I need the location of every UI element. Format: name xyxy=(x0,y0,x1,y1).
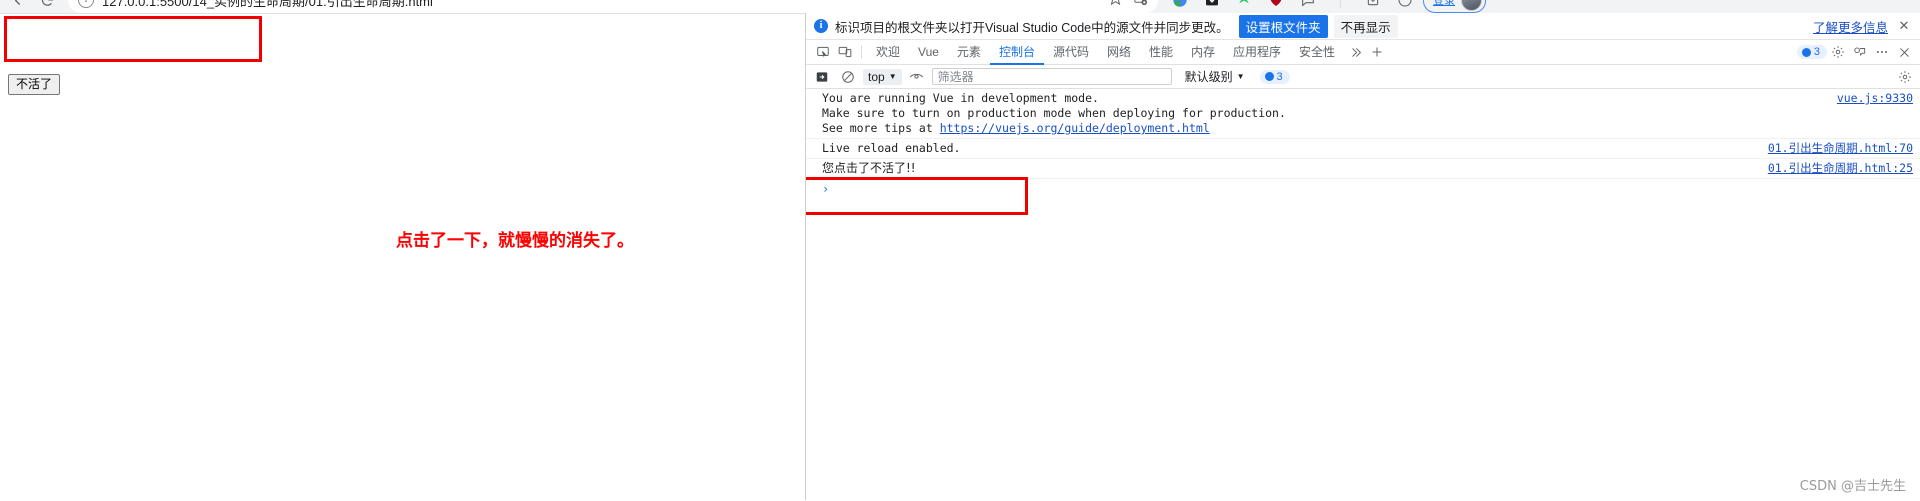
tab-elements[interactable]: 元素 xyxy=(948,40,990,65)
error-count-label: 3 xyxy=(1813,46,1820,58)
no-entry-icon[interactable] xyxy=(837,67,859,87)
log-source-link[interactable]: vue.js:9330 xyxy=(1837,91,1913,106)
notification-message: 标识项目的根文件夹以打开Visual Studio Code中的源文件并同步更改… xyxy=(835,20,1229,35)
tab-performance[interactable]: 性能 xyxy=(1140,40,1182,65)
dont-show-again-button[interactable]: 不再显示 xyxy=(1333,14,1398,38)
tab-vue[interactable]: Vue xyxy=(909,40,948,65)
annotation-box-console xyxy=(806,177,1028,215)
inspect-element-icon[interactable] xyxy=(812,42,834,62)
log-level-selector[interactable]: 默认级别 ▼ xyxy=(1180,67,1250,86)
log-level-value: 默认级别 xyxy=(1184,70,1233,84)
annotation-box-page xyxy=(4,16,262,62)
chevron-down-icon: ▼ xyxy=(888,72,897,81)
tab-application[interactable]: 应用程序 xyxy=(1224,40,1290,65)
issues-count-label: 3 xyxy=(1276,70,1283,83)
tab-welcome[interactable]: 欢迎 xyxy=(867,40,909,65)
install-app-icon[interactable] xyxy=(1133,0,1148,9)
context-selector[interactable]: top ▼ xyxy=(863,68,902,85)
live-expression-icon[interactable] xyxy=(906,67,928,87)
csdn-watermark: CSDN @吉士先生 xyxy=(1799,479,1906,494)
extension-icons xyxy=(1172,0,1413,8)
issue-dot-icon xyxy=(1264,72,1274,81)
toolbar-divider xyxy=(1340,0,1341,8)
tab-network[interactable]: 网络 xyxy=(1098,40,1140,65)
log-row[interactable]: You are running Vue in development mode.… xyxy=(806,89,1920,139)
learn-more-link[interactable]: 了解更多信息 xyxy=(1813,17,1888,36)
page-red-note: 点击了一下，就慢慢的消失了。 xyxy=(396,231,634,251)
error-count-badge[interactable]: 3 xyxy=(1796,45,1827,59)
browser-chrome: i 127.0.0.1:5500/14_实例的生命周期/01.引出生命周期.ht… xyxy=(0,0,1920,13)
log-row[interactable]: Live reload enabled. 01.引出生命周期.html:70 xyxy=(806,139,1920,159)
log-source-link[interactable]: 01.引出生命周期.html:25 xyxy=(1768,161,1913,176)
info-circle-icon: i xyxy=(814,19,828,33)
log-message: 您点击了不活了!! xyxy=(822,161,916,175)
gear-icon[interactable] xyxy=(1827,42,1849,62)
address-bar[interactable]: i 127.0.0.1:5500/14_实例的生命周期/01.引出生命周期.ht… xyxy=(68,0,1158,13)
download-icon[interactable] xyxy=(1204,0,1220,8)
page-viewport: 不活了 点击了一下，就慢慢的消失了。 xyxy=(0,13,805,501)
log-message: Live reload enabled. xyxy=(822,141,961,155)
clear-console-icon[interactable] xyxy=(811,67,833,87)
console-prompt[interactable]: › xyxy=(806,177,1920,215)
prompt-caret-icon: › xyxy=(822,182,830,196)
url-text: 127.0.0.1:5500/14_实例的生命周期/01.引出生命周期.html xyxy=(102,0,433,9)
info-circle-icon[interactable]: i xyxy=(78,0,94,8)
profile-button[interactable]: 登录 xyxy=(1423,0,1486,13)
tab-divider xyxy=(861,45,862,59)
comment-icon[interactable] xyxy=(1300,0,1316,8)
leaf-icon[interactable] xyxy=(1236,0,1252,8)
buhuole-button[interactable]: 不活了 xyxy=(8,74,61,95)
console-toolbar: top ▼ 默认级别 ▼ 3 xyxy=(806,65,1920,89)
reload-icon[interactable] xyxy=(34,0,60,13)
tab-sources[interactable]: 源代码 xyxy=(1044,40,1098,65)
close-icon[interactable] xyxy=(1893,42,1915,62)
back-arrow-icon[interactable] xyxy=(4,0,30,13)
device-toolbar-icon[interactable] xyxy=(834,42,856,62)
error-dot-icon xyxy=(1801,47,1811,57)
heart-icon[interactable] xyxy=(1268,0,1284,8)
set-root-folder-button[interactable]: 设置根文件夹 xyxy=(1238,14,1328,38)
profile-circle-icon[interactable] xyxy=(1397,0,1413,8)
console-log-area[interactable]: You are running Vue in development mode.… xyxy=(806,89,1920,500)
close-icon[interactable]: ✕ xyxy=(1897,18,1911,34)
avatar[interactable] xyxy=(1461,0,1482,11)
devtools-notification-bar: i 标识项目的根文件夹以打开Visual Studio Code中的源文件并同步… xyxy=(806,13,1920,40)
filter-input[interactable] xyxy=(931,68,1172,85)
profile-label: 登录 xyxy=(1433,0,1455,7)
add-tab-icon[interactable] xyxy=(1365,0,1381,8)
gear-icon[interactable] xyxy=(1894,67,1916,87)
plus-icon[interactable] xyxy=(1366,42,1388,62)
star-icon[interactable] xyxy=(1108,0,1123,9)
devtools-tab-bar: 欢迎 Vue 元素 控制台 源代码 网络 性能 内存 应用程序 安全性 3 xyxy=(806,40,1920,65)
tab-memory[interactable]: 内存 xyxy=(1182,40,1224,65)
log-source-link[interactable]: 01.引出生命周期.html:70 xyxy=(1768,141,1913,156)
chevron-double-right-icon[interactable] xyxy=(1344,42,1366,62)
feedback-icon[interactable] xyxy=(1849,42,1871,62)
issues-count-badge[interactable]: 3 xyxy=(1259,69,1290,84)
context-value: top xyxy=(868,69,885,84)
vue-deployment-link[interactable]: https://vuejs.org/guide/deployment.html xyxy=(940,121,1210,135)
log-message: You are running Vue in development mode.… xyxy=(822,91,1286,135)
tab-console[interactable]: 控制台 xyxy=(989,40,1044,65)
log-row[interactable]: 您点击了不活了!! 01.引出生命周期.html:25 xyxy=(806,159,1920,179)
tab-security[interactable]: 安全性 xyxy=(1290,40,1344,65)
devtools-panel: i 标识项目的根文件夹以打开Visual Studio Code中的源文件并同步… xyxy=(805,13,1920,500)
translate-icon[interactable] xyxy=(1172,0,1188,8)
more-options-icon[interactable] xyxy=(1871,42,1893,62)
chevron-down-icon: ▼ xyxy=(1236,72,1245,81)
